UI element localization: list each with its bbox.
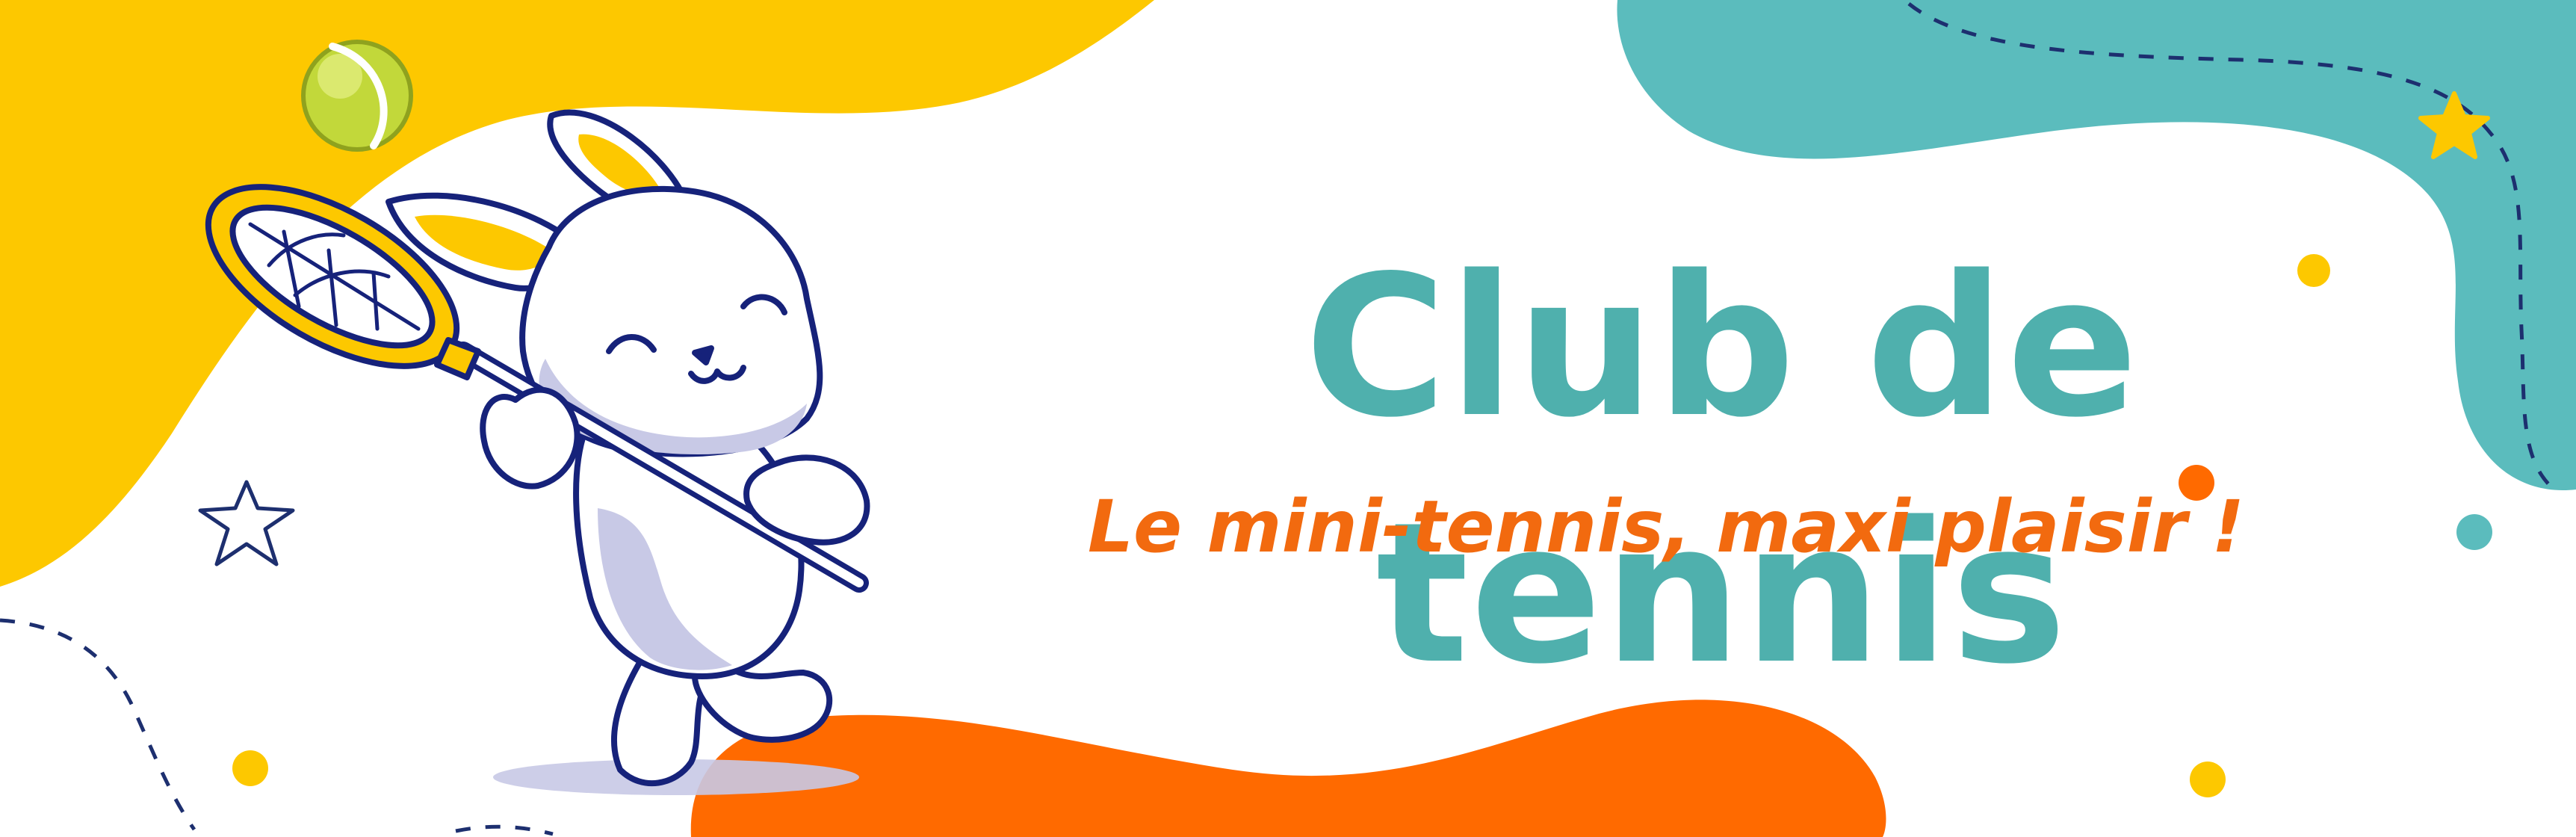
banner-subtitle: Le mini-tennis, maxi plaisir ! xyxy=(1087,485,2245,569)
banner-title: Club de tennis xyxy=(1304,235,2140,707)
dashed-trail-left xyxy=(0,618,196,831)
orange-blob xyxy=(690,699,1886,837)
banner: Club de tennis Le mini-tennis, maxi plai… xyxy=(0,0,2576,837)
dot-teal xyxy=(2456,514,2492,550)
dashed-trail-bottom xyxy=(455,824,554,836)
tennis-ball-icon xyxy=(301,40,413,152)
dot-yellow-left xyxy=(232,750,268,786)
dot-yellow-bottom-right xyxy=(2190,762,2226,797)
bunny-mascot-icon xyxy=(205,109,870,787)
star-outline-icon xyxy=(198,480,295,566)
